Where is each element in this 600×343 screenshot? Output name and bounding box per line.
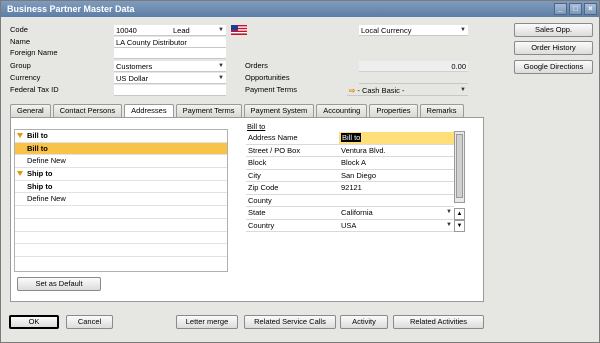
payment-terms-label: Payment Terms [245, 85, 297, 94]
address-section-title: Bill to [247, 122, 266, 131]
chevron-down-icon: ▼ [446, 221, 452, 228]
state-row: State California ▼ [246, 207, 454, 220]
list-item [15, 257, 227, 270]
street-field[interactable]: Ventura Blvd. [339, 145, 454, 157]
list-item-ship-to[interactable]: Ship to [15, 181, 227, 194]
address-fields-scrollbar[interactable] [454, 131, 465, 203]
chevron-down-icon: ▼ [218, 27, 224, 33]
currency-dropdown[interactable]: US Dollar ▼ [114, 73, 226, 84]
tab-payment-system[interactable]: Payment System [243, 104, 315, 117]
list-item-define-new-bill[interactable]: Define New [15, 155, 227, 169]
country-row: Country USA ▼ [246, 220, 454, 232]
name-label: Name [10, 37, 31, 46]
group-dropdown[interactable]: Customers ▼ [114, 61, 226, 72]
address-name-field[interactable]: Bill to [339, 132, 454, 144]
list-item [15, 232, 227, 245]
street-row: Street / PO Box Ventura Blvd. [246, 145, 454, 157]
orange-link-arrow-icon[interactable]: ⇨ [349, 86, 355, 95]
tab-remarks[interactable]: Remarks [419, 104, 464, 117]
list-item-bill-to[interactable]: Bill to [15, 142, 227, 156]
chevron-down-icon: ▼ [218, 63, 224, 69]
name-field[interactable]: LA County Distributor [114, 37, 226, 48]
window-title: Business Partner Master Data [7, 4, 135, 14]
chevron-down-icon: ▼ [460, 27, 466, 33]
zip-code-field[interactable]: 92121 [339, 182, 454, 194]
expand-triangle-icon[interactable] [17, 133, 23, 138]
federal-tax-field[interactable] [114, 85, 226, 96]
state-dropdown[interactable]: California ▼ [339, 207, 454, 219]
currency-label: Currency [10, 73, 41, 82]
tab-properties[interactable]: Properties [369, 104, 418, 117]
cancel-button[interactable]: Cancel [66, 315, 113, 329]
list-item [15, 219, 227, 232]
local-currency-value: Local Currency [361, 26, 412, 35]
scroll-up-icon[interactable]: ▲ [454, 208, 465, 220]
block-row: Block Block A [246, 157, 454, 170]
set-as-default-button[interactable]: Set as Default [17, 277, 101, 291]
chevron-down-icon: ▼ [218, 75, 224, 81]
chevron-down-icon: ▼ [460, 87, 466, 93]
foreign-name-label: Foreign Name [10, 48, 58, 57]
country-dropdown[interactable]: USA ▼ [339, 220, 454, 232]
tab-accounting[interactable]: Accounting [316, 104, 368, 117]
google-directions-button[interactable]: Google Directions [514, 60, 593, 74]
list-item [15, 244, 227, 257]
related-activities-button[interactable]: Related Activities [393, 315, 484, 329]
payment-terms-value: - Cash Basic - [357, 86, 405, 95]
group-value: Customers [116, 62, 153, 71]
us-flag-icon [231, 25, 247, 35]
list-item-define-new-ship[interactable]: Define New [15, 193, 227, 207]
expand-triangle-icon[interactable] [17, 171, 23, 177]
minimize-icon[interactable]: _ [554, 3, 567, 15]
payment-terms-dropdown[interactable]: ⇨ - Cash Basic - ▼ [347, 85, 468, 96]
ok-button[interactable]: OK [9, 315, 59, 329]
local-currency-dropdown[interactable]: Local Currency ▼ [359, 25, 468, 36]
opportunities-label: Opportunities [245, 73, 290, 82]
maximize-icon[interactable]: □ [569, 3, 582, 15]
tab-contact-persons[interactable]: Contact Persons [52, 104, 123, 117]
city-field[interactable]: San Diego [339, 170, 454, 182]
address-list: Bill to Bill to Define New Ship to Ship … [14, 129, 228, 272]
sales-opp-button[interactable]: Sales Opp. [514, 23, 593, 37]
order-history-button[interactable]: Order History [514, 41, 593, 55]
code-type-value: Lead [173, 26, 190, 35]
zip-code-row: Zip Code 92121 [246, 182, 454, 195]
tab-addresses[interactable]: Addresses [124, 104, 174, 118]
activity-button[interactable]: Activity [340, 315, 388, 329]
county-row: County [246, 195, 454, 207]
list-group-ship-to[interactable]: Ship to [15, 168, 227, 181]
chevron-down-icon: ▼ [446, 209, 452, 215]
opportunities-field [359, 73, 468, 84]
tab-general[interactable]: General [10, 104, 51, 117]
list-item [15, 206, 227, 219]
city-row: City San Diego [246, 170, 454, 182]
orders-label: Orders [245, 61, 268, 70]
tab-payment-terms[interactable]: Payment Terms [175, 104, 242, 117]
block-field[interactable]: Block A [339, 157, 454, 169]
letter-merge-button[interactable]: Letter merge [176, 315, 238, 329]
scroll-down-icon[interactable]: ▼ [454, 220, 465, 232]
list-group-bill-to[interactable]: Bill to [15, 130, 227, 143]
code-label: Code [10, 25, 28, 34]
related-service-calls-button[interactable]: Related Service Calls [244, 315, 336, 329]
federal-tax-label: Federal Tax ID [10, 85, 59, 94]
group-label: Group [10, 61, 31, 70]
tab-strip: General Contact Persons Addresses Paymen… [10, 104, 466, 118]
code-field[interactable]: 10040 [114, 25, 171, 36]
close-icon[interactable]: × [584, 3, 597, 15]
title-bar: Business Partner Master Data _ □ × [1, 1, 599, 17]
foreign-name-field[interactable] [114, 48, 226, 59]
code-type-dropdown[interactable]: Lead ▼ [171, 25, 226, 36]
scrollbar-thumb[interactable] [456, 134, 463, 198]
county-field[interactable] [339, 195, 454, 207]
currency-value: US Dollar [116, 74, 149, 83]
orders-field: 0.00 [359, 61, 468, 72]
address-name-row: Address Name Bill to [246, 132, 454, 145]
business-partner-window: Business Partner Master Data _ □ × Code … [0, 0, 600, 343]
